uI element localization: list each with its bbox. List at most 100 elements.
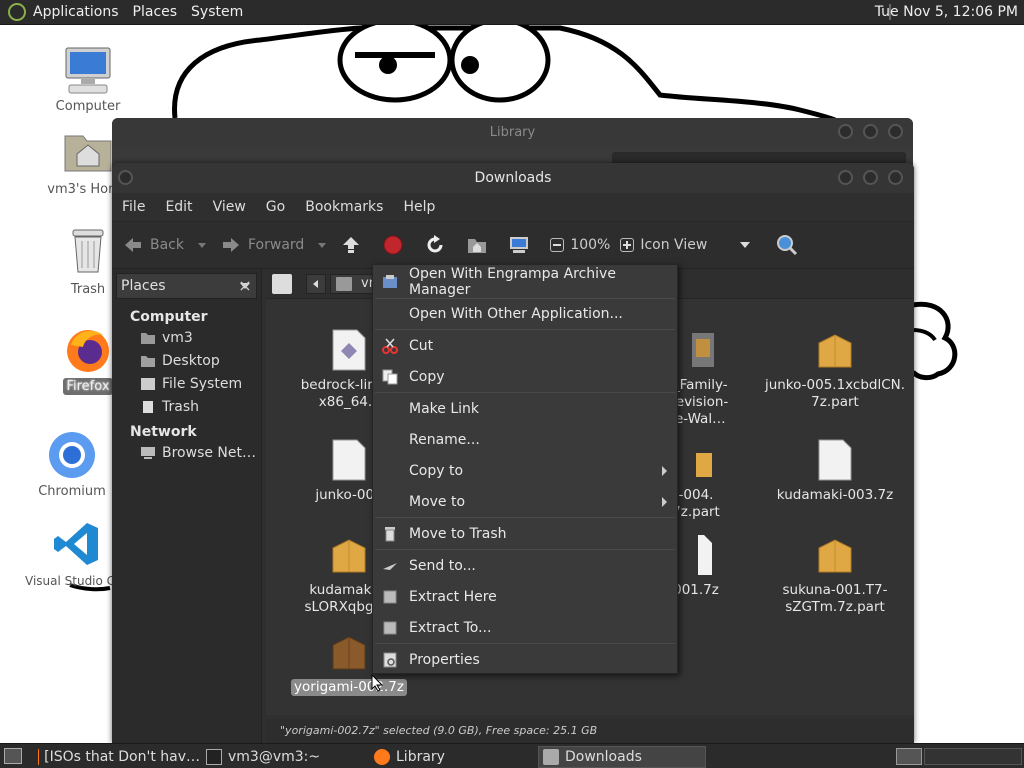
toolbar: Back Forward 100% Icon View — [112, 221, 914, 269]
menu-go[interactable]: Go — [256, 199, 295, 215]
sidebar-item-vm3[interactable]: vm3 — [112, 326, 261, 349]
menu-bookmarks[interactable]: Bookmarks — [295, 199, 393, 215]
sidebar-item-desktop[interactable]: Desktop — [112, 349, 261, 372]
forward-button[interactable]: Forward — [220, 234, 327, 256]
status-bar: "yorigami-002.7z" selected (9.0 GB), Fre… — [266, 719, 914, 743]
zoom-out-icon — [550, 238, 565, 252]
menu-view[interactable]: View — [203, 199, 256, 215]
archive-manager-icon — [382, 274, 398, 290]
desktop-icon-label: Firefox — [63, 378, 113, 395]
chevron-down-icon[interactable] — [318, 242, 327, 248]
document-file-icon — [331, 439, 367, 481]
edit-location-icon[interactable] — [272, 274, 292, 294]
sidebar-section-computer: Computer — [130, 309, 208, 325]
menu-extract-to[interactable]: Extract To... — [373, 613, 677, 643]
downloads-window-titlebar[interactable]: Downloads — [112, 163, 914, 193]
menu-move-to[interactable]: Move to — [373, 487, 677, 517]
menu-cut[interactable]: Cut — [373, 331, 677, 361]
video-file-icon — [678, 329, 714, 371]
close-icon[interactable] — [888, 170, 903, 185]
trash-icon — [382, 526, 398, 542]
archive-file-icon — [817, 329, 853, 371]
view-mode-select[interactable]: Icon View — [640, 237, 751, 253]
desktop-icon-label: Chromium — [38, 484, 106, 499]
copy-icon — [382, 369, 398, 385]
menu-send-to[interactable]: Send to... — [373, 551, 677, 581]
applications-menu[interactable]: Applications — [26, 4, 126, 20]
menu-help[interactable]: Help — [393, 199, 445, 215]
taskbar-item-library[interactable]: Library — [374, 746, 534, 768]
arrow-right-icon — [220, 234, 242, 256]
trash-icon — [63, 228, 113, 278]
menu-rename[interactable]: Rename... — [373, 425, 677, 455]
menu-copy[interactable]: Copy — [373, 362, 677, 392]
sidebar-close-icon[interactable]: × — [232, 273, 258, 299]
system-menu[interactable]: System — [184, 4, 250, 20]
context-menu: Open With Engrampa Archive Manager Open … — [372, 264, 678, 674]
menu-properties[interactable]: Properties — [373, 645, 677, 675]
taskbar-item-terminal[interactable]: vm3@vm3:~ — [206, 746, 366, 768]
search-button[interactable] — [776, 234, 804, 256]
sidebar-item-browse-network[interactable]: Browse Net… — [112, 441, 261, 464]
reload-icon — [424, 234, 446, 256]
menu-make-link[interactable]: Make Link — [373, 394, 677, 424]
menu-open-with-other[interactable]: Open With Other Application... — [373, 299, 677, 329]
menu-extract-here[interactable]: Extract Here — [373, 582, 677, 612]
file-item[interactable]: sukuna-001.T7- sZGTm.7z.part — [755, 534, 914, 616]
chevron-down-icon — [740, 242, 751, 248]
vscode-icon — [52, 520, 102, 570]
archive-file-icon — [331, 534, 367, 576]
mate-logo-icon[interactable] — [8, 3, 26, 21]
maximize-icon[interactable] — [863, 170, 878, 185]
zoom-out-button[interactable] — [550, 238, 565, 252]
up-button[interactable] — [340, 234, 368, 256]
computer-button[interactable] — [508, 234, 536, 256]
menu-copy-to[interactable]: Copy to — [373, 456, 677, 486]
reload-button[interactable] — [424, 234, 452, 256]
zoom-in-button[interactable] — [620, 238, 635, 252]
file-item[interactable]: kudamaki-003.7z — [755, 439, 914, 504]
search-icon — [776, 234, 798, 256]
send-icon — [382, 558, 398, 574]
places-menu[interactable]: Places — [126, 4, 185, 20]
minimize-icon[interactable] — [838, 124, 853, 139]
zoom-level[interactable]: 100% — [570, 237, 610, 253]
window-menu-icon[interactable] — [118, 170, 133, 185]
stop-button[interactable] — [382, 234, 410, 256]
firefox-icon — [374, 749, 390, 765]
maximize-icon[interactable] — [863, 124, 878, 139]
menu-separator — [375, 643, 675, 644]
menu-separator — [375, 549, 675, 550]
desktop-icon-label: Computer — [55, 99, 121, 114]
arrow-left-icon — [122, 234, 144, 256]
workspace-switcher[interactable] — [924, 748, 1022, 765]
menu-open-with-engrampa[interactable]: Open With Engrampa Archive Manager — [373, 266, 677, 298]
home-button[interactable] — [466, 234, 494, 256]
clock[interactable]: Tue Nov 5, 12:06 PM — [875, 4, 1018, 20]
sidebar-item-file-system[interactable]: File System — [112, 372, 261, 395]
show-desktop-icon[interactable] — [4, 748, 22, 764]
taskbar-item-firefox[interactable]: [ISOs that Don't hav… — [38, 746, 200, 768]
arrow-up-icon — [340, 234, 362, 256]
top-panel: Applications Places System Tue Nov 5, 12… — [0, 0, 1024, 25]
path-left-arrow-icon[interactable] — [306, 274, 326, 294]
archive-file-icon — [331, 631, 367, 673]
menu-file[interactable]: File — [112, 199, 155, 215]
desktop-icon-chromium[interactable]: Chromium — [22, 430, 122, 500]
workspace-switcher[interactable] — [896, 748, 922, 765]
taskbar-item-downloads[interactable]: Downloads — [538, 746, 706, 768]
minimize-icon[interactable] — [838, 170, 853, 185]
file-item[interactable]: junko-005.1xcbdlCN. 7z.part — [755, 329, 914, 411]
library-window-title: Library — [112, 118, 913, 148]
menu-move-to-trash[interactable]: Move to Trash — [373, 519, 677, 549]
network-icon — [140, 446, 156, 460]
sidebar-item-trash[interactable]: Trash — [112, 395, 261, 418]
sidebar-section-network: Network — [130, 424, 197, 440]
submenu-arrow-icon — [662, 497, 667, 507]
extract-icon — [382, 620, 398, 636]
desktop-icon-computer[interactable]: Computer — [38, 45, 138, 115]
chevron-down-icon[interactable] — [198, 242, 206, 248]
menu-edit[interactable]: Edit — [155, 199, 202, 215]
close-icon[interactable] — [888, 124, 903, 139]
back-button[interactable]: Back — [122, 234, 206, 256]
